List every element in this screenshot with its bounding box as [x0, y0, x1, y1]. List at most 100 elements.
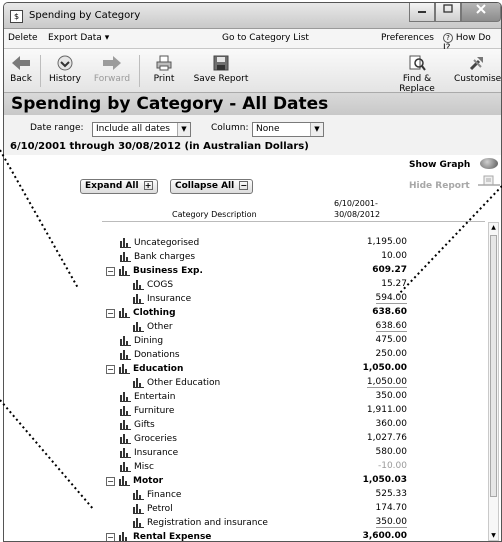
save-disk-icon [213, 55, 229, 71]
close-button[interactable] [461, 3, 501, 22]
back-button[interactable]: Back [8, 52, 34, 84]
category-bar-icon [120, 392, 131, 402]
date-range-select[interactable]: Include all dates ▼ [92, 122, 191, 137]
find-replace-button[interactable]: Find & Replace [385, 52, 449, 94]
collapse-toggle-icon[interactable]: − [106, 476, 115, 486]
category-row[interactable]: Petrol 174.70 [4, 502, 501, 516]
category-bar-icon [120, 350, 131, 360]
date-range-value: Include all dates [96, 124, 170, 134]
toolbar-divider [40, 55, 41, 87]
category-bar-icon [133, 518, 144, 528]
window-controls [409, 3, 501, 23]
collapse-toggle-icon[interactable]: − [106, 266, 115, 276]
vertical-scrollbar[interactable]: ▲ ▼ [488, 222, 499, 541]
category-name: Other [147, 322, 173, 332]
category-row[interactable]: Misc -10.00 [4, 460, 501, 474]
menu-delete[interactable]: Delete [8, 33, 38, 43]
column-select[interactable]: None ▼ [252, 122, 324, 137]
category-cell: Insurance [120, 446, 178, 460]
hide-report-button[interactable]: Hide Report [409, 181, 470, 191]
print-label: Print [153, 74, 175, 84]
category-bar-icon [119, 476, 130, 486]
scroll-down-icon[interactable]: ▼ [489, 532, 498, 539]
category-amount: 638.60 [375, 321, 407, 332]
collapse-toggle-icon[interactable]: − [106, 308, 115, 318]
maximize-icon [443, 4, 453, 13]
collapse-toggle-icon[interactable]: − [106, 532, 115, 541]
expand-all-button[interactable]: Expand All + [80, 179, 158, 194]
column-header-date-start: 6/10/2001- [334, 199, 378, 208]
period-caption: 6/10/2001 through 30/08/2012 (in Austral… [10, 141, 309, 152]
category-cell: Gifts [120, 418, 155, 432]
category-row[interactable]: Insurance 594.00 [4, 292, 501, 306]
category-row[interactable]: Bank charges 10.00 [4, 250, 501, 264]
print-button[interactable]: Print [147, 52, 181, 84]
category-row[interactable]: Insurance 580.00 [4, 446, 501, 460]
column-header-category[interactable]: Category Description [172, 210, 257, 219]
menu-export-data[interactable]: Export Data ▾ [48, 33, 109, 43]
category-row[interactable]: Entertain 350.00 [4, 390, 501, 404]
category-amount: 1,050.00 [362, 363, 407, 373]
category-row[interactable]: − Rental Expense 3,600.00 [4, 530, 501, 541]
scroll-thumb[interactable] [490, 235, 497, 497]
category-row[interactable]: COGS 15.27 [4, 278, 501, 292]
category-name: Clothing [133, 308, 176, 318]
pie-chart-icon[interactable] [480, 158, 498, 169]
category-cell: − Rental Expense [106, 530, 211, 541]
category-row[interactable]: − Education 1,050.00 [4, 362, 501, 376]
category-row[interactable]: − Business Exp. 609.27 [4, 264, 501, 278]
customise-label: Customise [454, 74, 502, 84]
category-cell: − Motor [106, 474, 163, 488]
category-row[interactable]: Other Education 1,050.00 [4, 376, 501, 390]
category-row[interactable]: Furniture 1,911.00 [4, 404, 501, 418]
category-row[interactable]: Uncategorised 1,195.00 [4, 236, 501, 250]
menu-go-to-category-list[interactable]: Go to Category List [222, 33, 309, 43]
category-name: Insurance [147, 294, 192, 304]
category-name: Motor [133, 476, 164, 486]
collapse-toggle-icon[interactable]: − [106, 364, 115, 374]
category-row[interactable]: − Clothing 638.60 [4, 306, 501, 320]
category-bar-icon [120, 336, 131, 346]
menu-preferences[interactable]: Preferences [381, 33, 434, 43]
category-row[interactable]: Groceries 1,027.76 [4, 432, 501, 446]
minus-box-icon: − [239, 181, 249, 190]
category-cell: Entertain [120, 390, 175, 404]
category-row[interactable]: Registration and insurance 350.00 [4, 516, 501, 530]
dropdown-arrow-icon: ▾ [104, 33, 110, 43]
category-amount: 360.00 [375, 419, 408, 429]
collapse-all-button[interactable]: Collapse All − [170, 179, 254, 194]
history-button[interactable]: History [47, 52, 83, 84]
forward-label: Forward [93, 74, 131, 84]
category-row[interactable]: Donations 250.00 [4, 348, 501, 362]
minimize-button[interactable] [409, 3, 435, 22]
category-row[interactable]: Finance 525.33 [4, 488, 501, 502]
column-header-date-end: 30/08/2012 [334, 210, 381, 219]
maximize-button[interactable] [435, 3, 461, 22]
category-name: Petrol [147, 504, 173, 514]
category-amount: 525.33 [375, 489, 408, 499]
column-header-date[interactable]: 6/10/2001- 30/08/2012 [334, 198, 380, 220]
hide-report-icon [478, 175, 500, 186]
category-amount: 594.00 [375, 293, 407, 304]
history-label: History [48, 74, 82, 84]
category-row[interactable]: Other 638.60 [4, 320, 501, 334]
save-report-button[interactable]: Save Report [191, 52, 251, 84]
scroll-up-icon[interactable]: ▲ [489, 224, 498, 231]
category-name: Bank charges [134, 252, 196, 262]
category-name: Furniture [134, 406, 175, 416]
plus-box-icon: + [143, 181, 153, 190]
forward-button[interactable]: Forward [91, 52, 133, 84]
show-graph-button[interactable]: Show Graph [409, 160, 470, 170]
report-window: $ Spending by Category Delete Export Dat… [3, 2, 502, 542]
category-bar-icon [133, 504, 144, 514]
category-amount: 1,195.00 [366, 237, 407, 247]
customise-button[interactable]: Customise [454, 52, 502, 84]
category-row[interactable]: Gifts 360.00 [4, 418, 501, 432]
dollar-app-icon: $ [10, 10, 23, 23]
category-amount: 250.00 [375, 349, 408, 359]
category-name: Insurance [134, 448, 179, 458]
category-row[interactable]: Dining 475.00 [4, 334, 501, 348]
category-row[interactable]: − Motor 1,050.03 [4, 474, 501, 488]
category-cell: Registration and insurance [133, 516, 268, 530]
category-cell: Uncategorised [120, 236, 199, 250]
